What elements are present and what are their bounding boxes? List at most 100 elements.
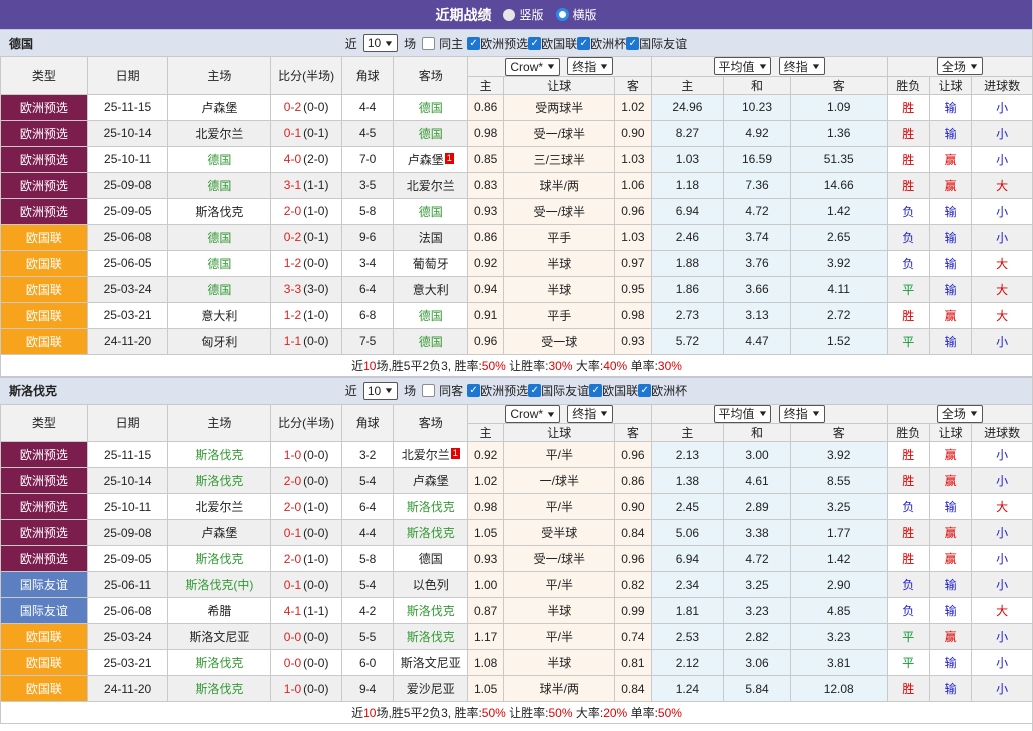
odds-select-group: Crow*▼ 终指▼ xyxy=(468,57,652,77)
handicap-result-cell: 输 xyxy=(929,250,971,276)
competition-checkbox[interactable]: ✓ xyxy=(467,384,480,397)
summary-text: 10 xyxy=(363,359,376,373)
horizontal-label: 横版 xyxy=(573,6,597,23)
team-name: 德国 xyxy=(9,35,33,52)
col-header-away: 客场 xyxy=(394,57,468,95)
corners-cell: 7-5 xyxy=(341,328,393,354)
avg-draw-odds-cell: 3.06 xyxy=(724,650,791,676)
competition-checkbox[interactable]: ✓ xyxy=(638,384,651,397)
summary-text: 单率: xyxy=(627,706,658,720)
horizontal-layout-option[interactable]: 横版 xyxy=(556,6,597,23)
fulltime-score: 2-0 xyxy=(284,474,301,488)
handicap-result-cell: 赢 xyxy=(929,172,971,198)
away-team-cell: 斯洛伐克 xyxy=(394,520,468,546)
winloss-result-cell: 胜 xyxy=(887,172,929,198)
competition-checkbox[interactable]: ✓ xyxy=(467,37,480,50)
avg-draw-odds-cell: 16.59 xyxy=(724,146,791,172)
avg-select[interactable]: 平均值▼ xyxy=(714,57,772,75)
home-team-cell: 卢森堡 xyxy=(168,520,271,546)
avg-away-odds-cell: 3.23 xyxy=(790,624,887,650)
competition-label: 欧洲杯 xyxy=(590,35,626,52)
competition-checkbox[interactable]: ✓ xyxy=(528,384,541,397)
competition-checkbox[interactable]: ✓ xyxy=(528,37,541,50)
avg-select[interactable]: 平均值▼ xyxy=(714,405,772,423)
score-cell: 0-2(0-1) xyxy=(271,224,342,250)
col-subheader-avg-away: 客 xyxy=(790,424,887,442)
horizontal-radio[interactable] xyxy=(556,8,569,21)
away-team-name: 卢森堡 xyxy=(408,153,444,167)
bookmaker-select[interactable]: Crow*▼ xyxy=(505,58,560,76)
handicap-line-cell: 半球 xyxy=(504,650,615,676)
chevron-down-icon: ▼ xyxy=(757,409,768,418)
away-team-name: 葡萄牙 xyxy=(413,257,449,271)
avg-draw-odds-cell: 5.84 xyxy=(724,676,791,702)
avg-draw-odds-cell: 3.76 xyxy=(724,250,791,276)
same-away-checkbox[interactable] xyxy=(422,384,435,397)
home-team-cell: 斯洛伐克 xyxy=(168,198,271,224)
page-title: 近期战绩 xyxy=(435,5,491,25)
competition-filter: ✓国际友谊 xyxy=(528,382,589,399)
bookmaker-final-select[interactable]: 终指▼ xyxy=(567,405,613,423)
halftime-score: (1-0) xyxy=(303,308,328,322)
avg-away-odds-cell: 2.90 xyxy=(790,572,887,598)
summary-text: 单率: xyxy=(627,359,658,373)
goals-result-cell: 小 xyxy=(972,94,1033,120)
match-date-cell: 25-11-15 xyxy=(87,94,168,120)
recent-count-select[interactable]: 10▼ xyxy=(363,382,398,400)
fulltime-select[interactable]: 全场▼ xyxy=(937,57,983,75)
match-date-cell: 25-06-08 xyxy=(87,224,168,250)
vertical-radio[interactable] xyxy=(503,9,515,21)
red-card-badge: 1 xyxy=(451,448,460,459)
bookmaker-final-select[interactable]: 终指▼ xyxy=(567,57,613,75)
handicap-result-cell: 输 xyxy=(929,198,971,224)
col-subheader-away-odds: 客 xyxy=(615,76,651,94)
recent-count-select[interactable]: 10▼ xyxy=(363,34,398,52)
avg-final-select[interactable]: 终指▼ xyxy=(779,57,825,75)
fulltime-score: 1-2 xyxy=(284,256,301,270)
halftime-score: (0-0) xyxy=(303,656,328,670)
score-cell: 3-1(1-1) xyxy=(271,172,342,198)
recent-count-value: 10 xyxy=(368,36,381,50)
same-home-checkbox[interactable] xyxy=(422,37,435,50)
handicap-home-odds-cell: 0.85 xyxy=(468,146,504,172)
title-bar: 近期战绩 竖版 横版 xyxy=(0,0,1032,29)
competition-checkbox[interactable]: ✓ xyxy=(589,384,602,397)
summary-text: 场,胜5平2负3, 胜率: xyxy=(376,359,481,373)
competition-checkbox[interactable]: ✓ xyxy=(577,37,590,50)
competition-checkbox[interactable]: ✓ xyxy=(626,37,639,50)
match-row: 欧国联24-11-20匈牙利1-1(0-0)7-5德国0.96受一球0.935.… xyxy=(1,328,1033,354)
summary-text: 50% xyxy=(549,706,573,720)
match-row: 欧国联25-03-24斯洛文尼亚0-0(0-0)5-5斯洛伐克1.17平/半0.… xyxy=(1,624,1033,650)
bookmaker-select[interactable]: Crow*▼ xyxy=(505,405,560,423)
score-cell: 1-2(0-0) xyxy=(271,250,342,276)
vertical-layout-option[interactable]: 竖版 xyxy=(503,6,543,23)
fulltime-select[interactable]: 全场▼ xyxy=(937,405,983,423)
goals-result-cell: 小 xyxy=(972,676,1033,702)
col-header-type: 类型 xyxy=(1,57,88,95)
col-header-type: 类型 xyxy=(1,404,88,442)
summary-text: 近 xyxy=(351,359,363,373)
col-subheader-handicap: 让球 xyxy=(504,76,615,94)
col-header-date: 日期 xyxy=(87,57,168,95)
handicap-result-cell: 输 xyxy=(929,676,971,702)
away-team-cell: 卢森堡1 xyxy=(394,146,468,172)
match-row: 欧国联25-03-21斯洛伐克0-0(0-0)6-0斯洛文尼亚1.08半球0.8… xyxy=(1,650,1033,676)
table-select-row: 类型 日期 主场 比分(半场) 角球 客场 Crow*▼ 终指▼ 平均值▼ 终指… xyxy=(1,404,1033,424)
home-team-cell: 斯洛文尼亚 xyxy=(168,624,271,650)
fulltime-score: 0-2 xyxy=(284,230,301,244)
avg-away-odds-cell: 1.52 xyxy=(790,328,887,354)
goals-result-cell: 小 xyxy=(972,624,1033,650)
avg-away-odds-cell: 1.36 xyxy=(790,120,887,146)
avg-select-value: 平均值 xyxy=(719,405,755,422)
away-team-cell: 德国 xyxy=(394,328,468,354)
avg-away-odds-cell: 3.92 xyxy=(790,250,887,276)
corners-cell: 4-4 xyxy=(341,94,393,120)
avg-final-select[interactable]: 终指▼ xyxy=(779,405,825,423)
avg-draw-odds-cell: 4.47 xyxy=(724,328,791,354)
avg-home-odds-cell: 1.38 xyxy=(651,468,724,494)
winloss-result-cell: 胜 xyxy=(887,442,929,468)
chevron-down-icon: ▼ xyxy=(968,62,979,71)
match-date-cell: 25-09-05 xyxy=(87,546,168,572)
handicap-home-odds-cell: 0.96 xyxy=(468,328,504,354)
chevron-down-icon: ▼ xyxy=(384,39,395,48)
